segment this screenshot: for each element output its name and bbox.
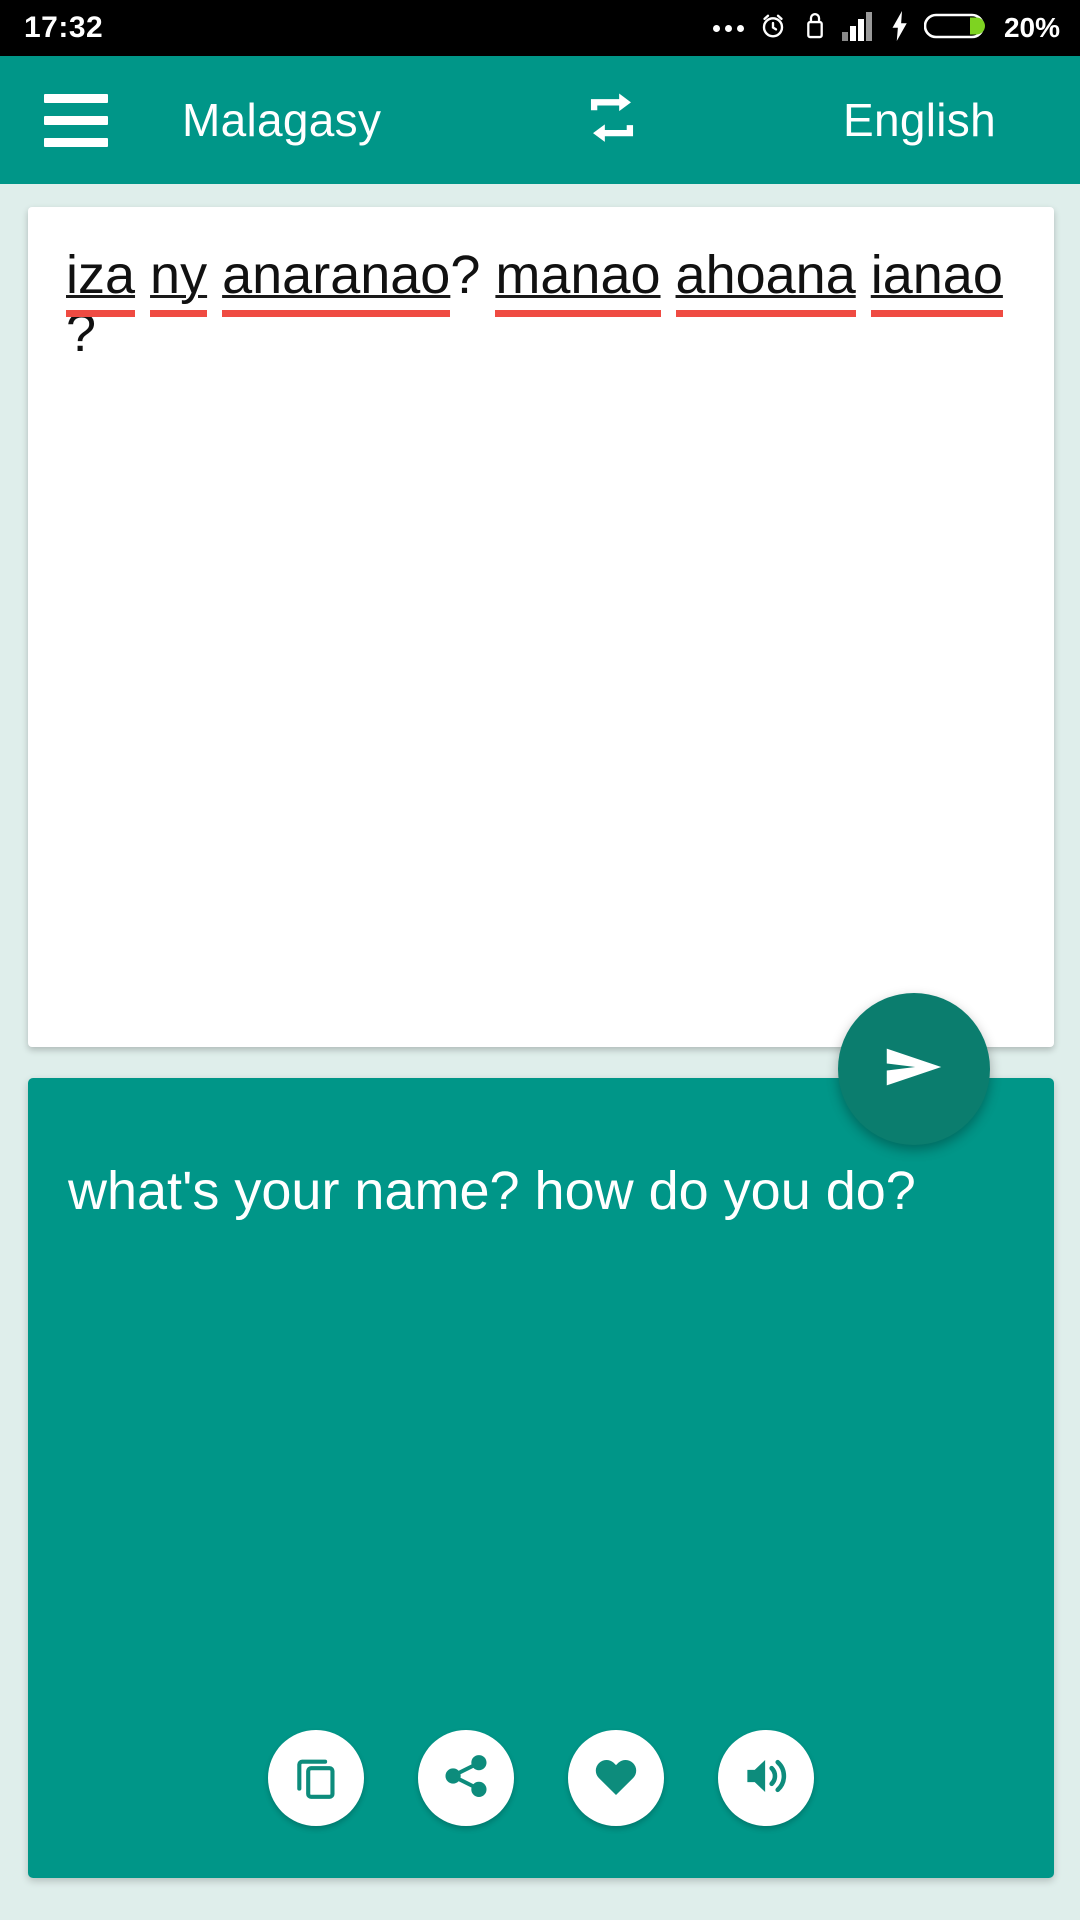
- result-card-actions: [28, 1730, 1054, 1826]
- send-arrow-icon: [876, 1029, 952, 1110]
- source-word: iza: [66, 245, 136, 317]
- status-bar-clock: 17:32: [24, 11, 104, 44]
- status-bar-icons: 20%: [712, 10, 1060, 46]
- hamburger-menu-icon[interactable]: [44, 93, 108, 147]
- share-button[interactable]: [418, 1730, 514, 1826]
- swap-languages-button[interactable]: [579, 85, 645, 156]
- favorite-button[interactable]: [568, 1730, 664, 1826]
- speak-button[interactable]: [718, 1730, 814, 1826]
- translation-result-card[interactable]: what's your name? how do you do?: [28, 1078, 1054, 1878]
- signal-bars-icon: [841, 11, 876, 46]
- heart-icon: [591, 1751, 641, 1806]
- send-translate-button[interactable]: [838, 993, 990, 1145]
- status-bar: 17:32 20%: [0, 0, 1080, 56]
- source-text-input[interactable]: iza ny anaranao? manao ahoana ianao?: [28, 207, 1054, 363]
- source-word: anaranao: [222, 245, 451, 317]
- copy-button[interactable]: [268, 1730, 364, 1826]
- app-screen: 17:32 20% Malagasy English iza ny anaran…: [0, 0, 1080, 1920]
- copy-icon: [290, 1750, 342, 1807]
- more-dots-icon: [712, 24, 744, 32]
- source-word: ny: [150, 245, 208, 317]
- source-word: ahoana: [675, 245, 856, 317]
- source-word: manao: [495, 245, 661, 317]
- speaker-icon: [740, 1750, 792, 1807]
- usb-lock-icon: [802, 11, 828, 46]
- source-text-card[interactable]: iza ny anaranao? manao ahoana ianao?: [28, 207, 1054, 1193]
- battery-percent-label: 20%: [1003, 12, 1060, 43]
- source-punct: ?: [450, 245, 481, 305]
- app-bar: Malagasy English: [0, 56, 1080, 184]
- source-word: ianao: [870, 245, 1004, 317]
- target-language-button[interactable]: English: [843, 93, 996, 147]
- share-icon: [441, 1751, 491, 1806]
- alarm-clock-icon: [758, 11, 788, 46]
- charging-bolt-icon: [890, 10, 910, 46]
- source-language-button[interactable]: Malagasy: [182, 93, 381, 147]
- swap-languages-icon: [579, 85, 645, 156]
- battery-icon: [923, 11, 988, 46]
